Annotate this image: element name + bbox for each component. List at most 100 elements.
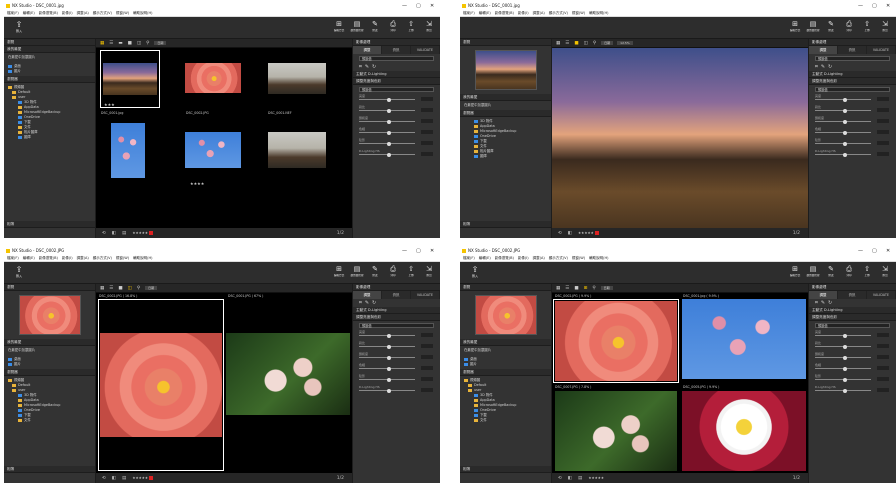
compare-four-icon[interactable]: ⊞ <box>584 286 588 291</box>
thumbnail-dsc-0001-nef[interactable] <box>268 63 326 94</box>
menu-help[interactable]: 輔助說明(H) <box>133 256 152 260</box>
minimize-button[interactable]: — <box>402 2 407 10</box>
favorites-header[interactable]: 我的最愛 <box>4 46 95 53</box>
upload-button[interactable]: ⇧ 上傳 <box>402 20 420 36</box>
section-dlighting[interactable]: 主動式 D-Lighting <box>353 71 440 78</box>
print-button[interactable]: ⎙ 列印 <box>840 265 858 281</box>
album-header[interactable]: 相簿 <box>4 221 95 228</box>
slider-dlighting-hs[interactable]: D-Lighting HS <box>815 385 890 393</box>
slider-contrast[interactable]: 對比 <box>815 341 890 349</box>
tab-adjust[interactable]: 調整 <box>809 291 838 299</box>
tab-info[interactable]: 資訊 <box>838 46 867 54</box>
favorites-header[interactable]: 我的最愛 <box>460 339 551 346</box>
filmstrip-icon[interactable]: ▬ <box>118 41 122 46</box>
right-panel-header[interactable]: 影像處理 <box>809 284 896 291</box>
slider-dlighting-hs[interactable]: D-Lighting HS <box>359 149 434 157</box>
label-icon[interactable]: ◧ <box>112 476 116 481</box>
section-dlighting[interactable]: 主動式 D-Lighting <box>809 307 896 314</box>
browse-header[interactable]: 瀏覽 <box>460 284 551 291</box>
menu-browse[interactable]: 影像瀏覽(B) <box>495 11 514 15</box>
rotate-icon[interactable]: ⟲ <box>102 231 106 236</box>
slider-saturation[interactable]: 飽和度 <box>359 116 434 124</box>
single-view-icon[interactable]: ■ <box>128 41 132 46</box>
zoom-level[interactable]: 12.5% <box>617 41 633 45</box>
modify-button[interactable]: ✎ 修改 <box>822 20 840 36</box>
single-view-icon[interactable]: ■ <box>118 286 122 291</box>
preset-select[interactable]: 預設值 <box>815 56 890 61</box>
folders-header[interactable]: 瀏覽器 <box>460 369 551 376</box>
slider-shadow[interactable]: 陰影 <box>815 374 890 382</box>
label-icon[interactable]: ◧ <box>112 231 116 236</box>
import-button[interactable]: ⇪ 匯入 <box>12 265 26 278</box>
slider-hue[interactable]: 色相 <box>359 127 434 135</box>
menu-view[interactable]: 顯示方式(V) <box>93 256 112 260</box>
menu-view[interactable]: 顯示方式(V) <box>549 256 568 260</box>
filter-icon[interactable]: ⚲ <box>592 286 595 291</box>
rating-filter[interactable]: ★★★★★ <box>132 476 148 480</box>
section-dlighting[interactable]: 主動式 D-Lighting <box>809 71 896 78</box>
filter-icon[interactable]: ⚲ <box>593 41 596 46</box>
color-label[interactable] <box>594 231 599 235</box>
maximize-button[interactable]: ▢ <box>872 2 877 10</box>
brush-icon[interactable]: ✎ <box>821 300 828 306</box>
straighten-icon[interactable]: ↻ <box>372 64 379 70</box>
menu-image[interactable]: 影像(I) <box>62 11 73 15</box>
preset-select[interactable]: 預設值 <box>359 56 434 61</box>
menu-view[interactable]: 顯示方式(V) <box>549 11 568 15</box>
maximize-button[interactable]: ▢ <box>872 247 877 255</box>
slider-hue[interactable]: 色相 <box>815 363 890 371</box>
slider-contrast[interactable]: 對比 <box>359 341 434 349</box>
tab-adjust[interactable]: 調整 <box>809 46 838 54</box>
slider-shadow[interactable]: 陰影 <box>359 138 434 146</box>
browse-header[interactable]: 瀏覽 <box>460 39 551 46</box>
single-view-icon[interactable]: ■ <box>574 41 578 46</box>
menu-window[interactable]: 視窗(W) <box>572 256 585 260</box>
compare-image-roses[interactable] <box>226 333 350 415</box>
folders-header[interactable]: 瀏覽器 <box>4 76 95 83</box>
browser-manage-button[interactable]: ▤ 瀏覽器管理 <box>348 20 366 36</box>
album-header[interactable]: 相簿 <box>460 466 551 473</box>
close-button[interactable]: ✕ <box>886 2 890 10</box>
grid-image-roses[interactable] <box>555 391 677 471</box>
grid-view-icon[interactable]: ▦ <box>556 41 560 46</box>
preset-select-2[interactable]: 預設值 <box>815 87 890 92</box>
list-view-icon[interactable]: ☰ <box>109 286 113 291</box>
menu-adjust[interactable]: 調整(A) <box>77 256 89 260</box>
straighten-icon[interactable]: ↻ <box>372 300 379 306</box>
info-icon[interactable]: ▤ <box>122 476 126 481</box>
color-label[interactable] <box>149 231 154 235</box>
tab-info[interactable]: 資訊 <box>382 46 411 54</box>
edit-with-button[interactable]: ⊞ 編輯方式 <box>786 265 804 281</box>
rotate-icon[interactable]: ⟲ <box>558 231 562 236</box>
upload-button[interactable]: ⇧ 上傳 <box>858 20 876 36</box>
brush-icon[interactable]: ✎ <box>821 64 828 70</box>
label-icon[interactable]: ◧ <box>568 231 572 236</box>
straighten-icon[interactable]: ↻ <box>828 300 835 306</box>
thumbnail-blossom-portrait[interactable] <box>111 123 145 178</box>
grid-view-icon[interactable]: ▦ <box>100 286 104 291</box>
menu-file[interactable]: 檔案(F) <box>463 256 475 260</box>
upload-button[interactable]: ⇧ 上傳 <box>858 265 876 281</box>
favorites-header[interactable]: 我的最愛 <box>460 94 551 101</box>
menu-browse[interactable]: 影像瀏覽(B) <box>39 256 58 260</box>
slider-contrast[interactable]: 對比 <box>815 105 890 113</box>
menu-window[interactable]: 視窗(W) <box>116 11 129 15</box>
filter-icon[interactable]: ⚲ <box>137 286 140 291</box>
menu-help[interactable]: 輔助說明(H) <box>589 11 608 15</box>
browse-header[interactable]: 瀏覽 <box>4 39 95 46</box>
minimize-button[interactable]: — <box>858 2 863 10</box>
list-view-icon[interactable]: ☰ <box>565 286 569 291</box>
shortcut-pictures[interactable]: 圖片 <box>8 362 91 367</box>
thumbnail-dsc-0001[interactable] <box>103 63 157 95</box>
sort-select[interactable]: 日期 <box>601 41 614 45</box>
favorites-item[interactable]: 在最愛中加載圖片 <box>460 346 551 355</box>
menu-file[interactable]: 檔案(F) <box>7 256 19 260</box>
rotate-icon[interactable]: ⟲ <box>102 476 106 481</box>
menu-adjust[interactable]: 調整(A) <box>533 11 545 15</box>
menu-window[interactable]: 視窗(W) <box>116 256 129 260</box>
folder-item[interactable]: 圖庫 <box>8 135 91 140</box>
export-button[interactable]: ⇲ 匯出 <box>420 265 438 281</box>
close-button[interactable]: ✕ <box>430 2 434 10</box>
menu-help[interactable]: 輔助說明(H) <box>589 256 608 260</box>
label-icon[interactable]: ◧ <box>568 476 572 481</box>
